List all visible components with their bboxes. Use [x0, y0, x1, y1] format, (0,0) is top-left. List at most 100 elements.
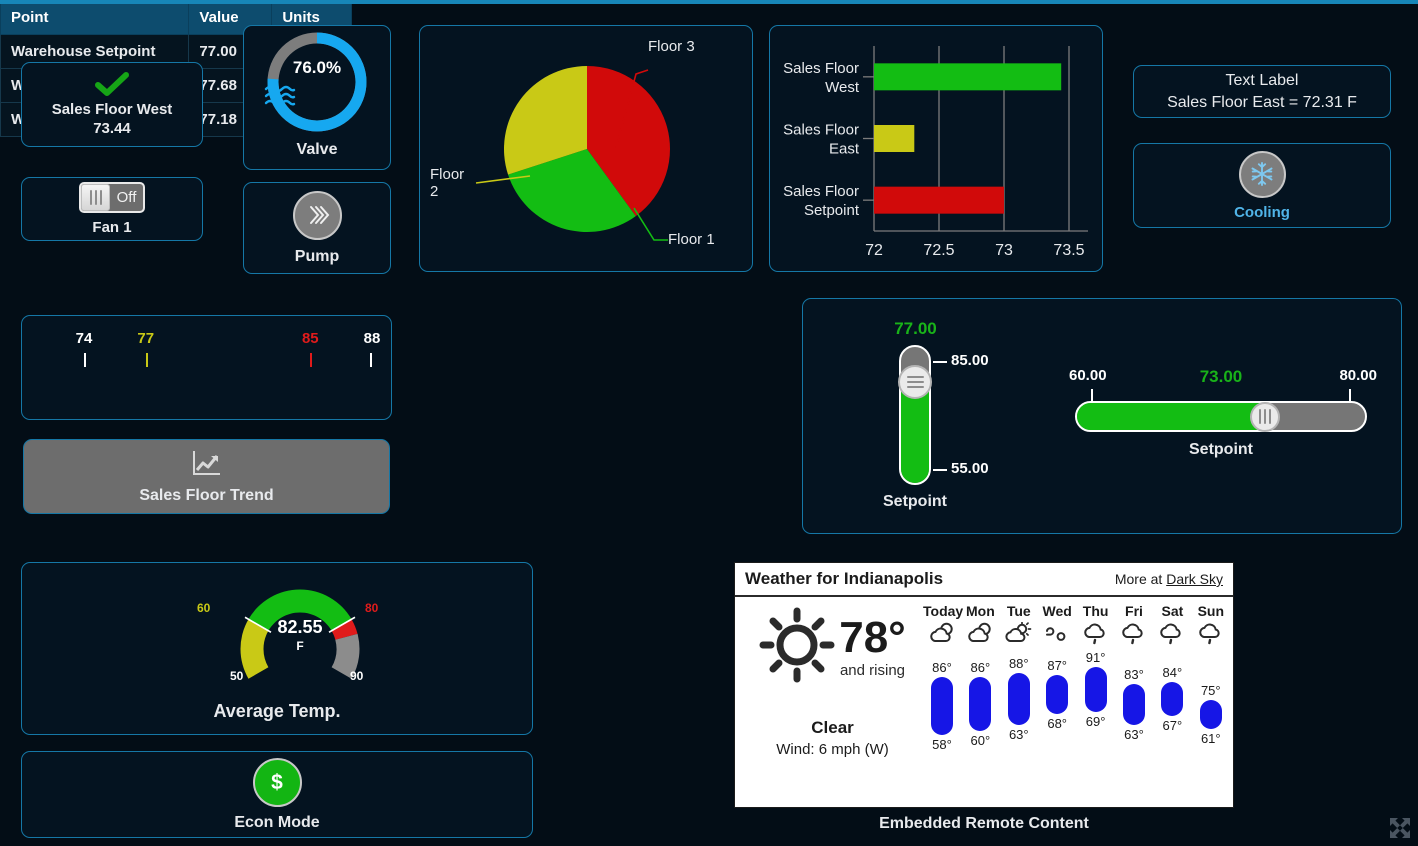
table-header-point: Point — [1, 1, 189, 35]
status-card-sales-floor-west[interactable]: Sales Floor West 73.44 — [21, 62, 203, 147]
forecast-day-name: Sun — [1192, 603, 1230, 619]
forecast-day-name: Fri — [1115, 603, 1153, 619]
bar-chart-category-label: East — [829, 141, 860, 158]
forecast-range-bar — [1123, 684, 1145, 725]
weather-forecast-day: Sat84°67° — [1153, 603, 1191, 733]
horizontal-slider-value: 73.00 — [1075, 367, 1367, 387]
bar-gauge-tick-label: 77 — [124, 330, 168, 347]
dark-sky-link[interactable]: Dark Sky — [1166, 571, 1223, 587]
forecast-low: 60° — [961, 733, 999, 748]
weather-widget[interactable]: Weather for Indianapolis More at Dark Sk… — [734, 562, 1234, 808]
valve-gauge-card[interactable]: 76.0% Valve — [243, 25, 391, 170]
top-accent-bar — [0, 0, 1418, 4]
gauge-warn-label: 60 — [197, 601, 210, 615]
bar-chart-svg: Sales FloorWestSales FloorEastSales Floo… — [770, 26, 1104, 273]
valve-label: Valve — [297, 141, 338, 159]
fan-toggle-switch[interactable]: Off — [79, 182, 145, 213]
vertical-slider-label: Setpoint — [847, 493, 983, 511]
forecast-high: 88° — [1000, 656, 1038, 671]
bar-gauge-tick — [310, 353, 312, 367]
cooling-card[interactable]: Cooling — [1133, 143, 1391, 228]
average-temp-card[interactable]: 82.55 F 60 80 50 90 Average Temp. — [21, 562, 533, 735]
forecast-day-name: Tue — [1000, 603, 1038, 619]
forecast-range-bar — [1161, 682, 1183, 717]
weather-current-temp: 78° — [839, 616, 906, 660]
valve-value: 76.0% — [263, 58, 371, 78]
bar-chart-category-label: Sales Floor — [783, 183, 859, 200]
bar-gauge-ticks: 74778588 — [22, 316, 391, 419]
vertical-slider-max-label: 85.00 — [951, 352, 989, 369]
pie-chart-card[interactable]: Floor 3 Floor 2 Floor 1 — [419, 25, 753, 272]
average-temp-label: Average Temp. — [22, 701, 532, 722]
forecast-high: 86° — [923, 660, 961, 675]
bar-chart-card[interactable]: Sales FloorWestSales FloorEastSales Floo… — [769, 25, 1103, 272]
forecast-high: 84° — [1153, 665, 1191, 680]
bar-chart-bar[interactable] — [874, 63, 1061, 90]
bar-gauge-tick-label: 74 — [62, 330, 106, 347]
fullscreen-expand-icon[interactable] — [1388, 816, 1412, 840]
forecast-high: 83° — [1115, 667, 1153, 682]
pie-label-floor-1: Floor 1 — [668, 231, 715, 248]
horizontal-slider-max-label: 80.00 — [1339, 367, 1377, 384]
bar-chart-category-label: Sales Floor — [783, 60, 859, 77]
bar-gauge-tick — [370, 353, 372, 367]
weather-wind: Wind: 6 mph (W) — [745, 741, 920, 758]
status-card-value: 73.44 — [93, 119, 131, 138]
forecast-range-bar — [1046, 675, 1068, 714]
trend-button-label: Sales Floor Trend — [139, 487, 273, 505]
bar-chart-xtick-label: 72 — [865, 242, 883, 259]
forecast-range-bar — [1008, 673, 1030, 724]
valve-donut: 76.0% — [263, 28, 371, 136]
pump-card[interactable]: Pump — [243, 182, 391, 274]
text-label-line2: Sales Floor East = 72.31 F — [1167, 92, 1357, 114]
weather-more-prefix: More at — [1115, 571, 1166, 587]
bar-chart-bar[interactable] — [874, 187, 1004, 214]
pump-chevrons-icon[interactable] — [293, 191, 342, 240]
pump-label: Pump — [295, 248, 339, 266]
forecast-high: 87° — [1038, 658, 1076, 673]
vertical-slider-min-label: 55.00 — [951, 460, 989, 477]
horizontal-slider-min-tick — [1091, 389, 1093, 401]
weather-forecast-day: Tue 88° 63° — [1000, 603, 1038, 742]
forecast-low: 63° — [1115, 727, 1153, 742]
bar-gauge-tick-label: 88 — [350, 330, 394, 347]
horizontal-slider-fill — [1077, 403, 1264, 430]
fan-toggle-card[interactable]: Off Fan 1 — [21, 177, 203, 241]
horizontal-slider-knob[interactable] — [1250, 402, 1280, 432]
sales-floor-trend-button[interactable]: Sales Floor Trend — [23, 439, 390, 514]
dollar-icon[interactable]: $ — [253, 758, 302, 807]
forecast-low: 61° — [1192, 731, 1230, 746]
pie-label-floor-2: Floor 2 — [430, 166, 474, 200]
weather-forecast-list: Today86°58°Mon86°60°Tue88°63°Wed87°68°Th… — [923, 603, 1228, 803]
bar-gauge-card[interactable]: 74778588 82.55 Bar Gauge — [21, 315, 392, 420]
bar-gauge-tick — [84, 353, 86, 367]
partly-sunny-icon — [1000, 620, 1038, 646]
forecast-day-name: Today — [923, 603, 961, 619]
forecast-high: 91° — [1077, 650, 1115, 665]
weather-body: 78° and rising Clear Wind: 6 mph (W) Tod… — [735, 597, 1233, 807]
toggle-knob-icon — [81, 184, 110, 211]
vertical-slider-max-tick — [933, 361, 947, 363]
gauge-alarm-label: 80 — [365, 601, 378, 615]
forecast-day-name: Sat — [1153, 603, 1191, 619]
weather-more-link[interactable]: More at Dark Sky — [1115, 571, 1223, 587]
horizontal-slider-group: 60.00 73.00 80.00 Setpoint — [1075, 361, 1371, 481]
forecast-day-name: Mon — [961, 603, 999, 619]
horizontal-slider-max-tick — [1349, 389, 1351, 401]
forecast-range-bar — [969, 677, 991, 730]
weather-forecast-day: Thu91°69° — [1077, 603, 1115, 729]
bar-chart-category-label: Setpoint — [804, 202, 860, 219]
average-temp-gauge: 82.55 F 60 80 50 90 — [219, 577, 381, 687]
forecast-range-bar — [1085, 667, 1107, 712]
snowflake-icon[interactable] — [1239, 151, 1286, 198]
forecast-low: 69° — [1077, 714, 1115, 729]
weather-header: Weather for Indianapolis More at Dark Sk… — [735, 563, 1233, 597]
bar-chart-bar[interactable] — [874, 125, 914, 152]
bar-chart-category-label: Sales Floor — [783, 122, 859, 139]
forecast-range-bar — [1200, 700, 1222, 729]
econ-mode-card[interactable]: $ Econ Mode — [21, 751, 533, 838]
bar-chart-xtick-label: 73.5 — [1053, 242, 1084, 259]
rain-icon — [1115, 620, 1153, 646]
forecast-low: 63° — [1000, 727, 1038, 742]
horizontal-slider-track[interactable] — [1075, 401, 1367, 432]
